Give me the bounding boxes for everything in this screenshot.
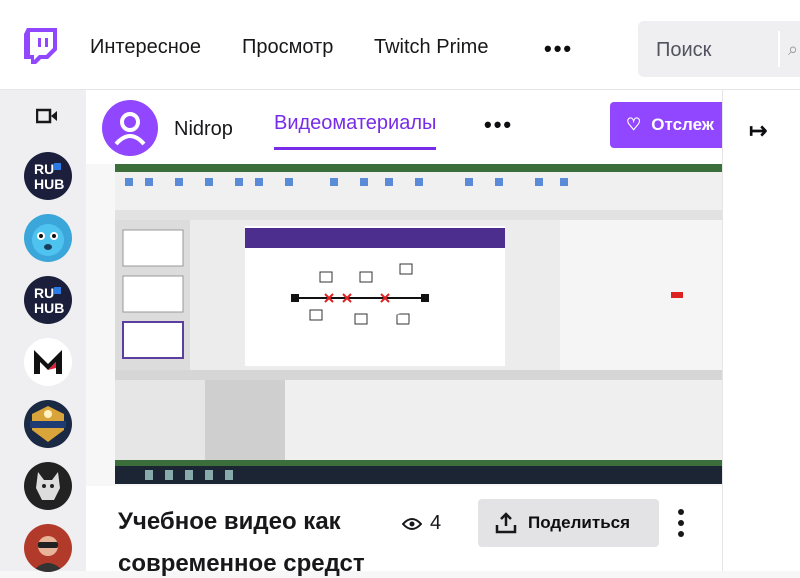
heart-icon: ♡ xyxy=(626,115,642,134)
video-player[interactable] xyxy=(115,164,722,484)
channel-avatar-creature[interactable] xyxy=(24,214,72,262)
channel-avatar-m[interactable] xyxy=(24,338,72,386)
video-title-line2: современное средст xyxy=(118,550,365,577)
channel-avatar-wolf[interactable] xyxy=(24,462,72,510)
share-button[interactable]: Поделиться xyxy=(478,499,659,547)
follow-button[interactable]: ♡ Отслеж xyxy=(610,102,740,148)
view-count-value: 4 xyxy=(430,512,442,534)
video-camera-icon xyxy=(36,108,57,124)
nav-link-discover[interactable]: Интересное xyxy=(90,36,201,59)
video-info: Учебное видео как современное средст 4 П… xyxy=(86,486,722,577)
video-frame xyxy=(115,164,722,484)
search-box[interactable]: Поиск ⌕ xyxy=(638,21,800,77)
svg-text:RU: RU xyxy=(34,285,54,301)
expand-chat-icon[interactable]: ↦ xyxy=(749,118,767,144)
view-count: 4 xyxy=(402,512,441,535)
share-label: Поделиться xyxy=(528,513,631,532)
channel-avatar-ruhub[interactable]: RU HUB xyxy=(24,152,72,200)
share-icon xyxy=(495,512,517,534)
more-options-icon[interactable] xyxy=(676,508,686,538)
user-icon xyxy=(114,112,146,146)
channel-avatar-ruhub-2[interactable]: RU HUB xyxy=(24,276,72,324)
nav-more-button[interactable]: ••• xyxy=(544,36,573,62)
channel-avatar-champions[interactable] xyxy=(24,400,72,448)
svg-text:RU: RU xyxy=(34,161,54,177)
channel-avatar[interactable] xyxy=(102,100,158,156)
eye-icon xyxy=(402,517,422,530)
follow-label: Отслеж xyxy=(651,115,714,134)
tab-videos[interactable]: Видеоматериалы xyxy=(274,112,437,150)
search-icon[interactable]: ⌕ xyxy=(788,39,798,60)
top-navigation: Интересное Просмотр Twitch Prime ••• Пои… xyxy=(0,0,800,90)
channel-more-button[interactable]: ••• xyxy=(484,112,513,138)
nav-link-browse[interactable]: Просмотр xyxy=(242,36,333,59)
search-input[interactable]: Поиск xyxy=(656,39,711,62)
twitch-logo[interactable] xyxy=(24,28,58,64)
video-title: Учебное видео как xyxy=(118,508,341,535)
side-navigation: RU HUB RU HUB xyxy=(0,90,86,572)
svg-text:HUB: HUB xyxy=(34,300,64,316)
nav-link-twitch-prime[interactable]: Twitch Prime xyxy=(374,36,488,59)
svg-text:HUB: HUB xyxy=(34,176,64,192)
right-column: ↦ xyxy=(722,90,800,571)
search-divider xyxy=(778,31,780,67)
channel-avatar-person[interactable] xyxy=(24,524,72,572)
channel-header: Nidrop Видеоматериалы ••• ♡ Отслеж xyxy=(86,90,740,164)
channel-name[interactable]: Nidrop xyxy=(174,118,233,141)
